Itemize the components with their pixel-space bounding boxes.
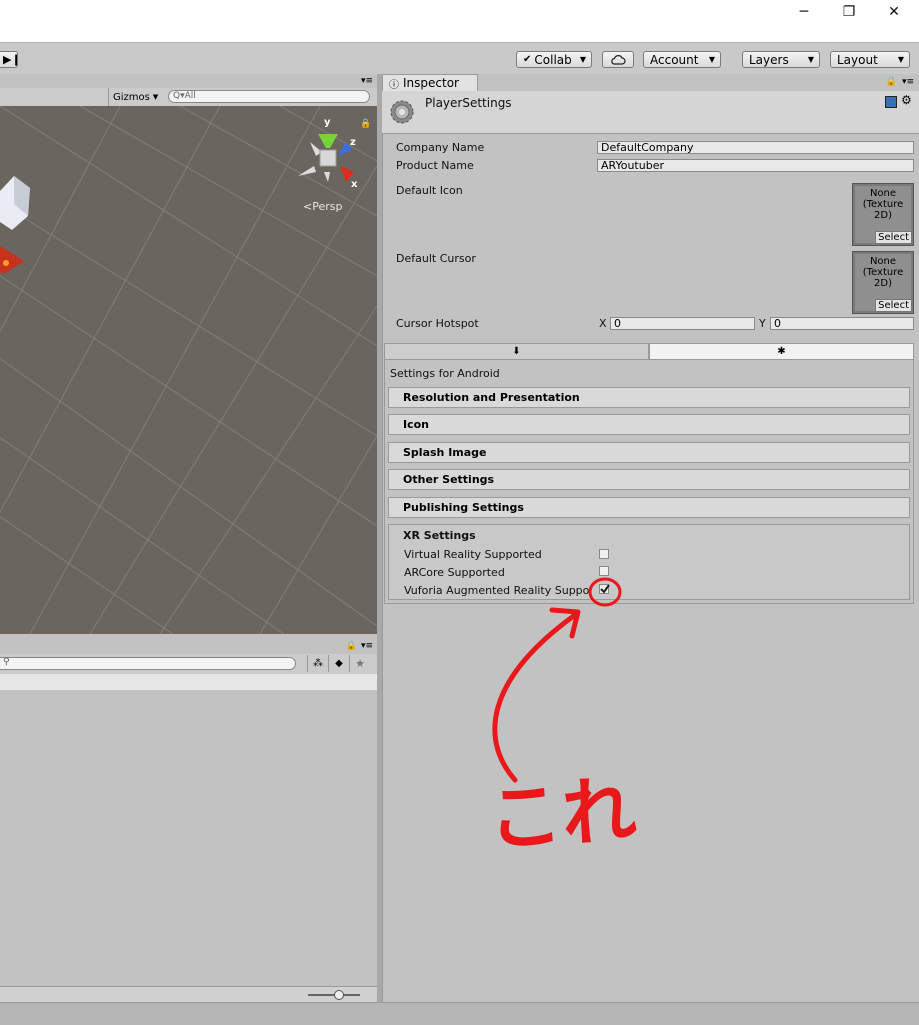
tab-android-platform[interactable]: ✱ bbox=[649, 343, 914, 360]
product-name-label: Product Name bbox=[396, 159, 474, 172]
gear-icon bbox=[390, 100, 414, 124]
status-bar bbox=[0, 1002, 919, 1025]
annotation-text: これ bbox=[485, 766, 639, 864]
default-icon-texture-slot[interactable]: None (Texture 2D) Select bbox=[852, 183, 914, 246]
check-circle-icon: ✔ bbox=[523, 54, 532, 65]
gizmos-dropdown[interactable]: Gizmos ▼ bbox=[108, 88, 162, 106]
hotspot-y-field[interactable]: 0 bbox=[770, 317, 914, 330]
account-label: Account bbox=[650, 52, 699, 67]
layout-label: Layout bbox=[837, 52, 878, 67]
inspector-title: PlayerSettings bbox=[425, 96, 512, 110]
project-content[interactable] bbox=[0, 690, 377, 986]
zoom-slider-handle[interactable] bbox=[334, 990, 344, 1000]
scene-toolbar: Gizmos ▼ Q▾All bbox=[0, 88, 377, 107]
filter-label-icon[interactable]: ◆ bbox=[328, 655, 349, 672]
product-name-field[interactable]: ARYoutuber bbox=[597, 159, 914, 172]
step-button[interactable]: ▶❙ bbox=[0, 51, 21, 68]
collab-label: Collab bbox=[534, 52, 572, 67]
window-title-bar: ─ ❐ ✕ bbox=[0, 0, 919, 42]
cloud-icon bbox=[611, 54, 626, 65]
info-icon: ⓘ bbox=[389, 79, 399, 91]
settings-for-android-label: Settings for Android bbox=[390, 367, 500, 380]
search-icon: ⚲ bbox=[3, 657, 10, 667]
scene-search-placeholder: Q▾All bbox=[173, 91, 196, 101]
vr-supported-label: Virtual Reality Supported bbox=[404, 548, 542, 561]
hotspot-y-label: Y bbox=[759, 317, 766, 330]
persp-label[interactable]: <Persp bbox=[303, 200, 342, 213]
axis-z-label: z bbox=[350, 137, 356, 148]
tab-inspector[interactable]: ⓘ Inspector bbox=[382, 74, 478, 91]
main-toolbar: ▶❙ ✔ Collab ▼ Account ▼ Layers ▼ Layout … bbox=[0, 42, 919, 75]
tab-standalone-platform[interactable]: ⬇ bbox=[384, 343, 649, 360]
section-icon[interactable]: Icon bbox=[388, 414, 910, 435]
layout-dropdown[interactable]: Layout ▼ bbox=[830, 51, 910, 68]
company-name-label: Company Name bbox=[396, 141, 485, 154]
panel-menu-icon[interactable]: ▾≡ bbox=[902, 77, 914, 87]
lock-icon[interactable]: 🔒 bbox=[360, 118, 371, 129]
scene-grid: y z x 🔒 bbox=[0, 106, 377, 634]
scene-search-input[interactable]: Q▾All bbox=[168, 90, 370, 103]
section-xr-settings[interactable]: XR Settings bbox=[403, 529, 476, 542]
annotation-circle bbox=[588, 577, 622, 607]
collab-button[interactable]: ✔ Collab ▼ bbox=[516, 51, 592, 68]
close-icon[interactable]: ✕ bbox=[871, 0, 917, 24]
project-toolbar: ⚲ ⁂ ◆ ★ bbox=[0, 654, 377, 675]
layers-label: Layers bbox=[749, 52, 789, 67]
help-book-icon[interactable] bbox=[885, 96, 897, 108]
default-cursor-label: Default Cursor bbox=[396, 252, 476, 265]
dropdown-arrow-icon: ▼ bbox=[708, 55, 715, 64]
project-footer bbox=[0, 986, 377, 1003]
vr-supported-checkbox[interactable] bbox=[599, 549, 609, 559]
annotation-arrow-line bbox=[492, 612, 578, 783]
section-resolution-presentation[interactable]: Resolution and Presentation bbox=[388, 387, 910, 408]
minimize-icon[interactable]: ─ bbox=[781, 0, 827, 24]
select-button[interactable]: Select bbox=[875, 231, 912, 244]
company-name-field[interactable]: DefaultCompany bbox=[597, 141, 914, 154]
settings-gear-icon[interactable]: ⚙ bbox=[901, 93, 912, 107]
download-icon: ⬇ bbox=[512, 346, 521, 357]
select-button[interactable]: Select bbox=[875, 299, 912, 312]
default-cursor-texture-slot[interactable]: None (Texture 2D) Select bbox=[852, 251, 914, 314]
hotspot-x-label: X bbox=[599, 317, 607, 330]
section-other-settings[interactable]: Other Settings bbox=[388, 469, 910, 490]
inspector-header: PlayerSettings ⚙ bbox=[382, 91, 919, 134]
project-search-input[interactable]: ⚲ bbox=[0, 657, 296, 670]
lock-icon[interactable]: 🔒 bbox=[346, 641, 357, 651]
android-icon: ✱ bbox=[777, 346, 786, 357]
panel-menu-icon[interactable]: ▾≡ bbox=[361, 76, 373, 86]
section-publishing-settings[interactable]: Publishing Settings bbox=[388, 497, 910, 518]
inspector-tab-label: Inspector bbox=[403, 76, 459, 90]
dropdown-arrow-icon: ▼ bbox=[579, 55, 586, 64]
lock-icon[interactable]: 🔒 bbox=[886, 77, 897, 87]
dropdown-arrow-icon: ▼ bbox=[152, 93, 159, 101]
gizmos-label: Gizmos bbox=[113, 91, 150, 103]
persp-icon: < bbox=[303, 200, 313, 213]
project-breadcrumb-bar bbox=[0, 674, 377, 691]
axis-y-label: y bbox=[324, 117, 331, 128]
axis-x-label: x bbox=[351, 179, 358, 190]
scene-tab-strip: ▾≡ bbox=[0, 74, 377, 88]
step-icon: ▶❙ bbox=[3, 53, 21, 66]
account-dropdown[interactable]: Account ▼ bbox=[643, 51, 721, 68]
hotspot-x-field[interactable]: 0 bbox=[610, 317, 755, 330]
default-icon-label: Default Icon bbox=[396, 184, 463, 197]
cursor-hotspot-label: Cursor Hotspot bbox=[396, 317, 479, 330]
section-splash-image[interactable]: Splash Image bbox=[388, 442, 910, 463]
project-tab-strip: 🔒 ▾≡ bbox=[0, 640, 377, 654]
restore-icon[interactable]: ❐ bbox=[826, 0, 872, 24]
layers-dropdown[interactable]: Layers ▼ bbox=[742, 51, 820, 68]
axis-gizmo[interactable] bbox=[298, 134, 354, 182]
favorite-star-icon[interactable]: ★ bbox=[349, 655, 370, 672]
dropdown-arrow-icon: ▼ bbox=[807, 55, 814, 64]
panel-menu-icon[interactable]: ▾≡ bbox=[361, 641, 373, 651]
filter-type-icon[interactable]: ⁂ bbox=[307, 655, 328, 672]
cloud-button[interactable] bbox=[602, 51, 634, 68]
dropdown-arrow-icon: ▼ bbox=[897, 55, 904, 64]
scene-view[interactable]: y z x 🔒 <Persp bbox=[0, 106, 377, 634]
